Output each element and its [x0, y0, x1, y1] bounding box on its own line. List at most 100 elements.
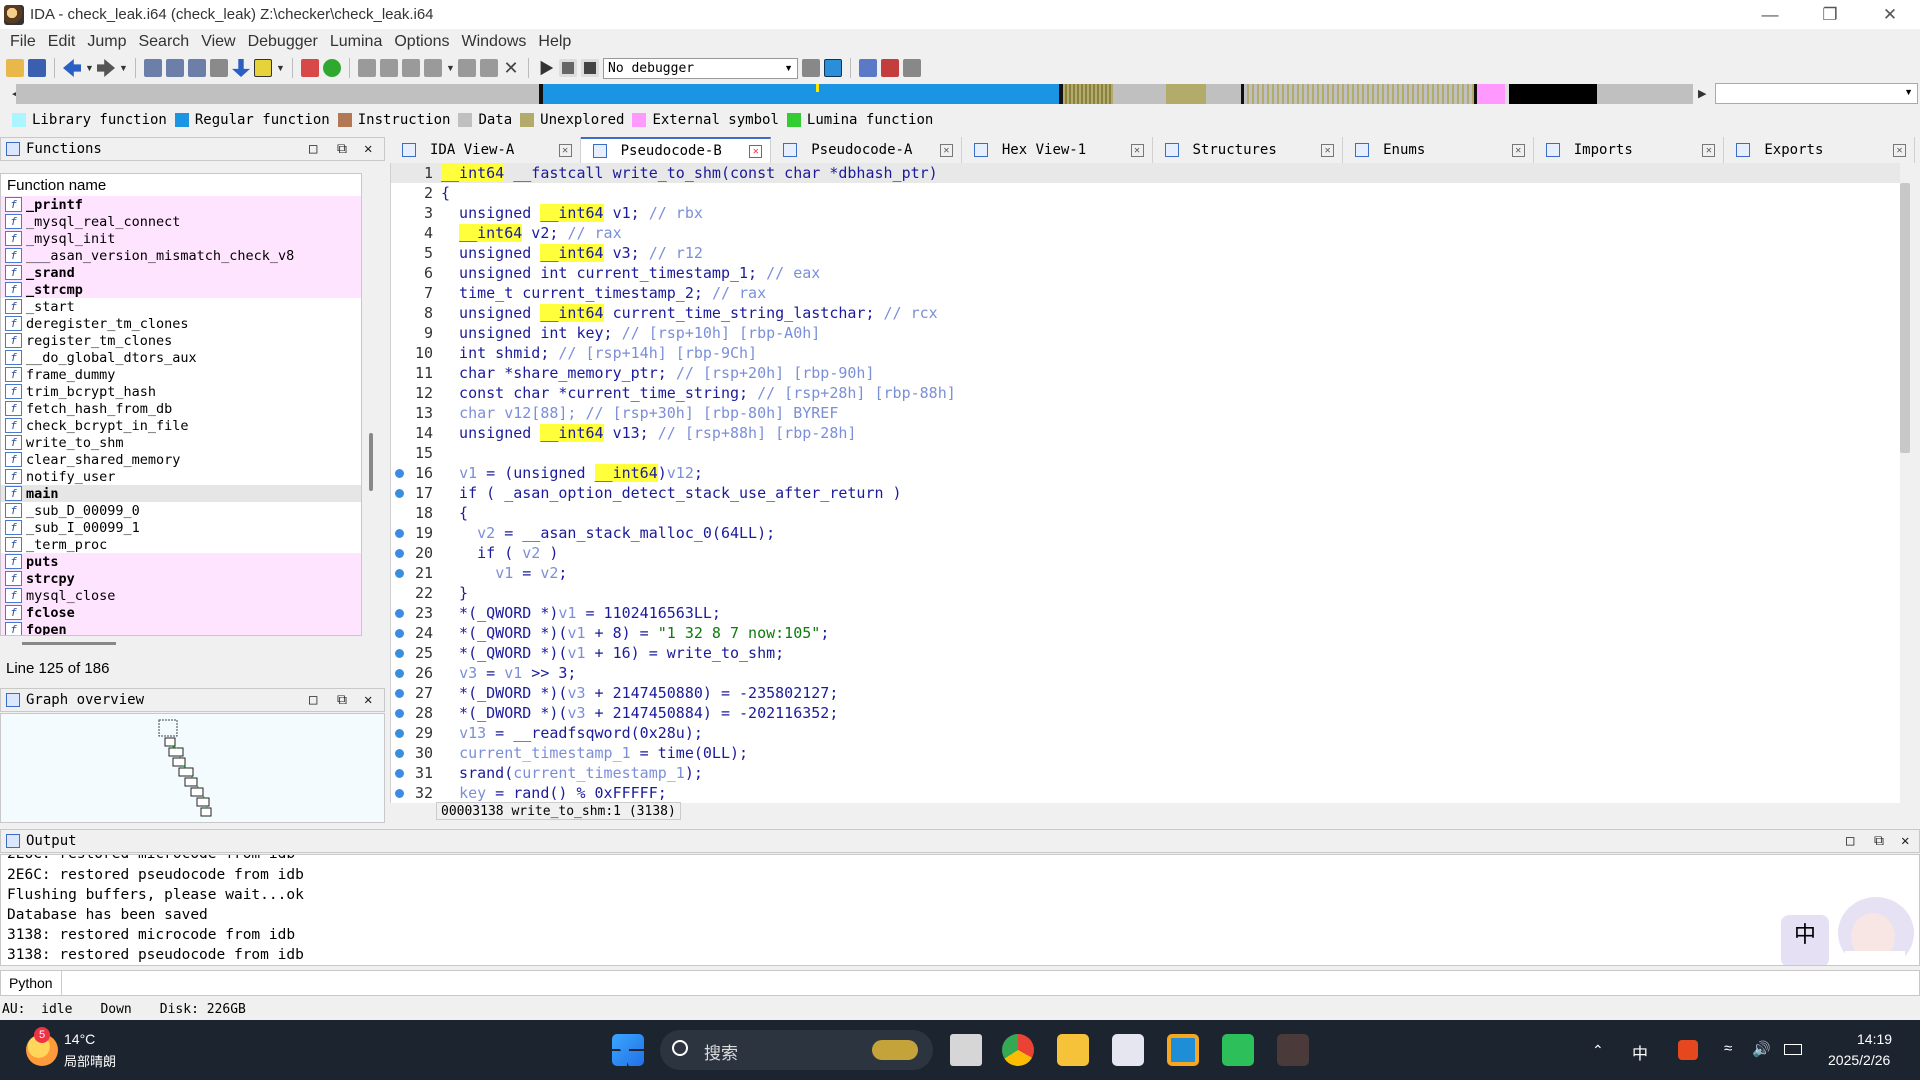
- code-line[interactable]: 24 *(_QWORD *)(v1 + 8) = "1 32 8 7 now:1…: [391, 623, 1891, 643]
- code-line[interactable]: 17 if ( _asan_option_detect_stack_use_af…: [391, 483, 1891, 503]
- close-button[interactable]: ✕: [1860, 0, 1920, 29]
- ime-indicator[interactable]: 中: [1632, 1040, 1648, 1064]
- code-line[interactable]: 18 {: [391, 503, 1891, 523]
- function-row[interactable]: f check_bcrypt_in_file: [1, 417, 361, 434]
- code-line[interactable]: 3 unsigned __int64 v1; // rbx: [391, 203, 1891, 223]
- tab-imports[interactable]: Imports ✕: [1533, 137, 1725, 163]
- attach-icon[interactable]: [824, 59, 842, 77]
- menu-options[interactable]: Options: [388, 33, 455, 51]
- breakpoint-dot-icon[interactable]: [395, 708, 404, 718]
- function-row[interactable]: f fclose: [1, 604, 361, 621]
- code-line[interactable]: 14 unsigned __int64 v13; // [rsp+88h] [r…: [391, 423, 1891, 443]
- breakpoint-list-icon[interactable]: [859, 59, 877, 77]
- code-line[interactable]: 13 char v12[88]; // [rsp+30h] [rbp-80h] …: [391, 403, 1891, 423]
- code-line[interactable]: 4 __int64 v2; // rax: [391, 223, 1891, 243]
- pseudocode-view[interactable]: 1 __int64 __fastcall write_to_shm(const c…: [390, 163, 1900, 803]
- menu-jump[interactable]: Jump: [81, 33, 132, 51]
- taskbar-search[interactable]: 搜索: [660, 1030, 933, 1070]
- function-row[interactable]: f puts: [1, 553, 361, 570]
- delete-breakpoint-icon[interactable]: [903, 59, 921, 77]
- function-row[interactable]: f strcpy: [1, 570, 361, 587]
- tab-enums[interactable]: Enums ✕: [1343, 137, 1534, 163]
- code-line[interactable]: 12 const char *current_time_string; // […: [391, 383, 1891, 403]
- code-line[interactable]: 32 key = rand() % 0xFFFFF;: [391, 783, 1891, 803]
- struct-offset-icon[interactable]: [424, 59, 442, 77]
- forward-dropdown-icon[interactable]: ▼: [119, 59, 128, 77]
- undefine-icon[interactable]: [402, 59, 420, 77]
- tab-close-icon[interactable]: ✕: [1702, 143, 1716, 157]
- code-line[interactable]: 6 unsigned int current_timestamp_1; // e…: [391, 263, 1891, 283]
- functions-column-header[interactable]: Function name: [1, 174, 361, 196]
- minimize-button[interactable]: —: [1740, 0, 1800, 29]
- function-row[interactable]: f _start: [1, 298, 361, 315]
- code-line[interactable]: 20 if ( v2 ): [391, 543, 1891, 563]
- tab-exports[interactable]: Exports ✕: [1724, 137, 1915, 163]
- battery-icon[interactable]: [1784, 1044, 1802, 1055]
- code-line[interactable]: 19 v2 = __asan_stack_malloc_0(64LL);: [391, 523, 1891, 543]
- tab-pseudocode-a[interactable]: Pseudocode-A ✕: [771, 137, 962, 163]
- sogou-icon[interactable]: [1678, 1040, 1698, 1060]
- ime-widget[interactable]: 中: [1781, 915, 1829, 965]
- tab-close-icon[interactable]: ✕: [749, 144, 763, 158]
- function-row[interactable]: f ___asan_version_mismatch_check_v8: [1, 247, 361, 264]
- maximize-icon[interactable]: □: [309, 692, 317, 708]
- tab-close-icon[interactable]: ✕: [1130, 143, 1144, 157]
- float-icon[interactable]: ⧉: [337, 141, 347, 157]
- breakpoint-dot-icon[interactable]: [395, 568, 404, 578]
- maximize-icon[interactable]: □: [309, 141, 317, 157]
- forward-arrow-icon[interactable]: [97, 59, 115, 77]
- functions-scrollbar[interactable]: [369, 433, 373, 491]
- code-line[interactable]: 11 char *share_memory_ptr; // [rsp+20h] …: [391, 363, 1891, 383]
- highlight-icon[interactable]: [254, 59, 272, 77]
- function-row[interactable]: f _printf: [1, 196, 361, 213]
- code-line[interactable]: 1 __int64 __fastcall write_to_shm(const c…: [391, 163, 1891, 183]
- function-icon[interactable]: [480, 59, 498, 77]
- debugger-options-icon[interactable]: [802, 59, 820, 77]
- tab-close-icon[interactable]: ✕: [1893, 143, 1906, 157]
- tab-structures[interactable]: Structures ✕: [1152, 137, 1344, 163]
- save-icon[interactable]: [28, 59, 46, 77]
- menu-help[interactable]: Help: [532, 33, 577, 51]
- function-row[interactable]: f _mysql_real_connect: [1, 213, 361, 230]
- graph-overview[interactable]: [0, 713, 385, 823]
- code-line[interactable]: 15: [391, 443, 1891, 463]
- code-line[interactable]: 22 }: [391, 583, 1891, 603]
- code-line[interactable]: 30 current_timestamp_1 = time(0LL);: [391, 743, 1891, 763]
- search-text-icon[interactable]: [144, 59, 162, 77]
- function-row[interactable]: f _sub_D_00099_0: [1, 502, 361, 519]
- navigation-band[interactable]: [16, 84, 1693, 104]
- code-line[interactable]: 5 unsigned __int64 v3; // r12: [391, 243, 1891, 263]
- ida-taskbar-icon[interactable]: [1277, 1034, 1309, 1066]
- code-line[interactable]: 7 time_t current_timestamp_2; // rax: [391, 283, 1891, 303]
- segment-select[interactable]: ▼: [1715, 83, 1918, 104]
- tab-hex-view-1[interactable]: Hex View-1 ✕: [961, 137, 1153, 163]
- function-row[interactable]: f _term_proc: [1, 536, 361, 553]
- function-row[interactable]: f frame_dummy: [1, 366, 361, 383]
- menu-edit[interactable]: Edit: [42, 33, 82, 51]
- function-row[interactable]: f deregister_tm_clones: [1, 315, 361, 332]
- chrome-icon[interactable]: [1002, 1034, 1034, 1066]
- breakpoint-dot-icon[interactable]: [395, 688, 404, 698]
- task-view-icon[interactable]: [950, 1034, 982, 1066]
- code-line[interactable]: 8 unsigned __int64 current_time_string_l…: [391, 303, 1891, 323]
- float-icon[interactable]: ⧉: [1874, 833, 1884, 849]
- back-dropdown-icon[interactable]: ▼: [85, 59, 94, 77]
- tab-pseudocode-b[interactable]: Pseudocode-B ✕: [580, 137, 772, 163]
- weather-temp[interactable]: 14°C: [64, 1031, 95, 1047]
- stop-icon[interactable]: [581, 59, 599, 77]
- clock-date[interactable]: 2025/2/26: [1828, 1052, 1890, 1068]
- menu-debugger[interactable]: Debugger: [242, 33, 324, 51]
- function-row[interactable]: f write_to_shm: [1, 434, 361, 451]
- breakpoint-dot-icon[interactable]: [395, 768, 404, 778]
- code-scrollbar[interactable]: [1900, 183, 1910, 453]
- graph-icon[interactable]: [301, 59, 319, 77]
- output-log[interactable]: 2E6C: restored microcode from idb 2E6C: …: [0, 854, 1920, 966]
- find-next-icon[interactable]: [210, 59, 228, 77]
- close-panel-icon[interactable]: ✕: [1901, 833, 1909, 849]
- function-row[interactable]: f __do_global_dtors_aux: [1, 349, 361, 366]
- debugger-select[interactable]: No debugger ▼: [603, 57, 798, 79]
- function-row[interactable]: f fetch_hash_from_db: [1, 400, 361, 417]
- float-icon[interactable]: ⧉: [337, 692, 347, 708]
- tray-chevron-up-icon[interactable]: ⌃: [1592, 1042, 1604, 1059]
- breakpoint-dot-icon[interactable]: [395, 788, 404, 798]
